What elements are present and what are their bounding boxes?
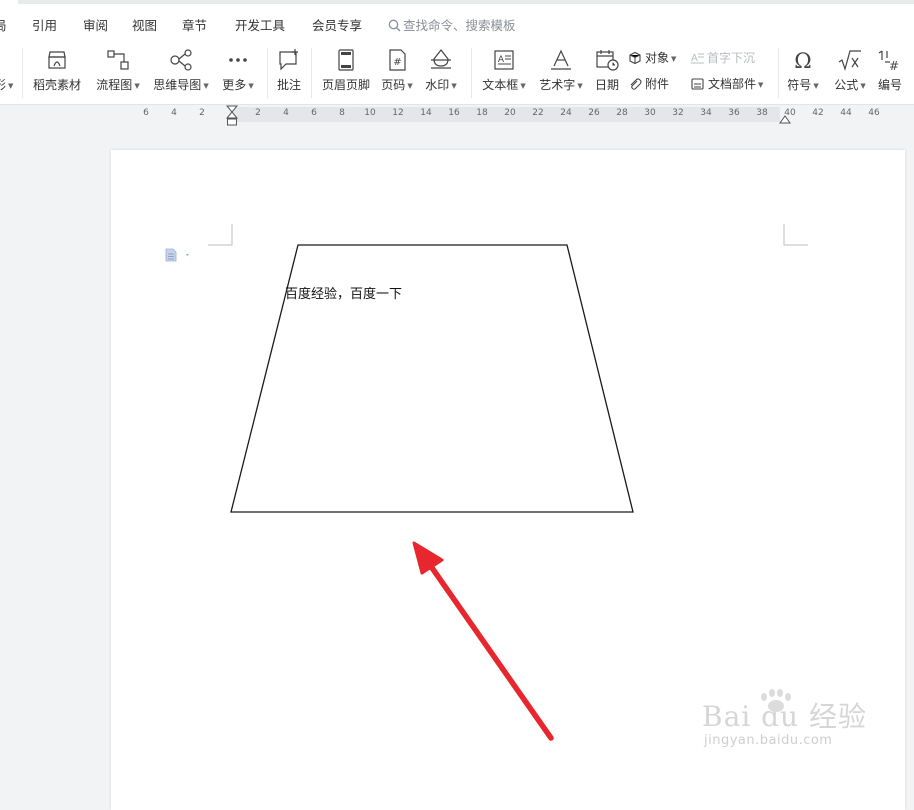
red-arrow bbox=[412, 541, 554, 741]
document-canvas bbox=[208, 224, 808, 741]
paragraph-layout-icon[interactable] bbox=[164, 248, 192, 262]
shape-text[interactable]: 百度经验，百度一下 bbox=[285, 283, 402, 302]
watermark-url: jingyan.baidu.com bbox=[704, 733, 833, 748]
paw-logo-icon bbox=[761, 689, 791, 712]
margin-corner-marks bbox=[208, 224, 808, 246]
baidu-jingyan-watermark: Bai du 经验 jingyan.baidu.com bbox=[702, 689, 867, 748]
